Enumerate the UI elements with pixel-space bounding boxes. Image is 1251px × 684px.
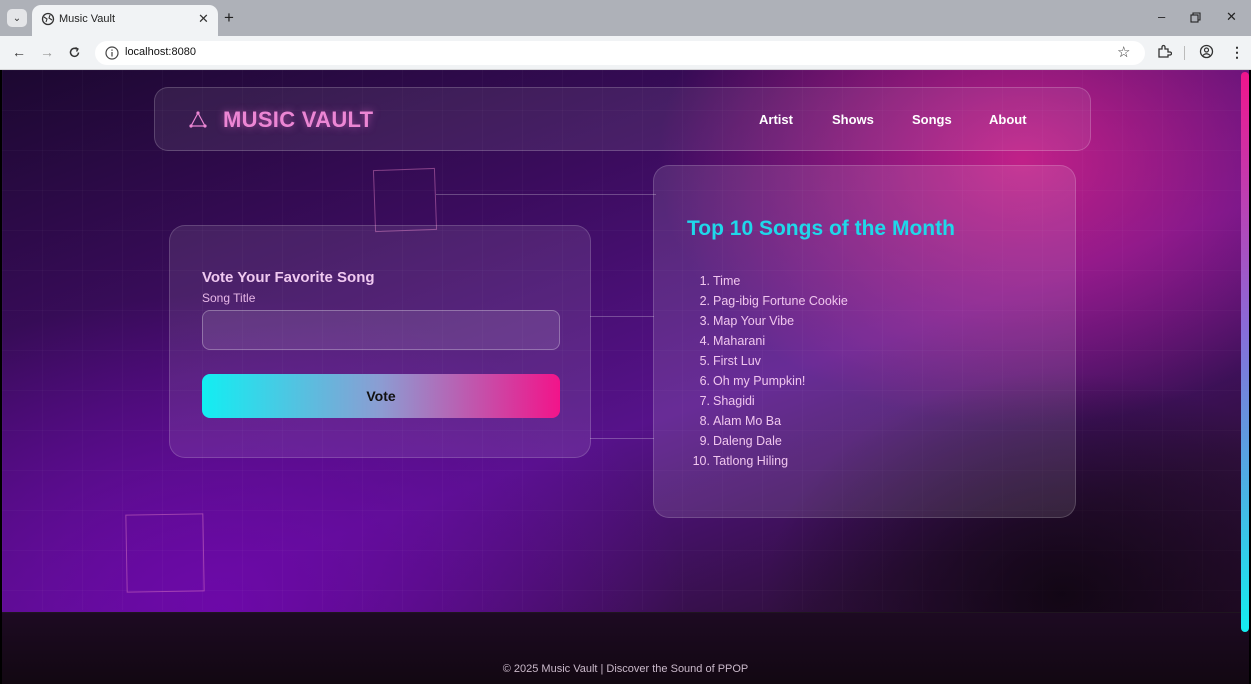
song-rank: 4. (699, 334, 710, 348)
site-navbar: MUSIC VAULT Artist Shows Songs About (154, 87, 1091, 151)
song-title: Map Your Vibe (713, 314, 795, 328)
song-rank: 8. (699, 414, 710, 428)
tab-title: Music Vault (59, 13, 116, 25)
top-songs-title: Top 10 Songs of the Month (687, 217, 955, 240)
nav-link-songs[interactable]: Songs (912, 112, 952, 127)
vote-card-title: Vote Your Favorite Song (202, 269, 375, 286)
song-title: Time (713, 274, 741, 288)
restore-window-icon[interactable] (1190, 12, 1201, 23)
toolbar-divider (1184, 46, 1185, 60)
decorative-line (436, 194, 656, 195)
forward-arrow-icon[interactable]: → (40, 44, 54, 60)
decorative-line (590, 316, 654, 317)
nav-link-artist[interactable]: Artist (759, 112, 793, 127)
vote-button[interactable]: Vote (202, 374, 560, 418)
music-vault-logo-icon (189, 111, 207, 128)
site-info-icon[interactable] (104, 45, 120, 61)
song-title-label: Song Title (202, 291, 256, 305)
decorative-square (125, 513, 205, 593)
song-rank: 10. (692, 454, 710, 468)
tab-close-icon[interactable]: ✕ (198, 11, 209, 27)
nav-link-about[interactable]: About (989, 112, 1027, 127)
site-logo-text[interactable]: MUSIC VAULT (223, 107, 373, 133)
list-item: 2. Pag-ibig Fortune Cookie (688, 293, 848, 313)
globe-icon (41, 12, 55, 26)
bookmark-star-icon[interactable]: ☆ (1117, 43, 1130, 61)
song-rank: 5. (699, 354, 710, 368)
nav-link-shows[interactable]: Shows (832, 112, 874, 127)
song-title: Tatlong Hiling (713, 454, 789, 468)
song-title: Maharani (713, 334, 766, 348)
song-rank: 7. (699, 394, 710, 408)
browser-menu-kebab-icon[interactable]: ⋮ (1230, 44, 1244, 61)
list-item: 4. Maharani (688, 333, 848, 353)
list-item: 1. Time (688, 273, 848, 293)
page-scrollbar[interactable] (1241, 72, 1249, 632)
vote-card: Vote Your Favorite Song Song Title Vote (169, 225, 591, 458)
url-text: localhost:8080 (125, 46, 196, 58)
top-songs-list: 1. Time 2. Pag-ibig Fortune Cookie 3. Map Y… (688, 273, 848, 473)
browser-tab-strip: ⌄ Music Vault ✕ + – ✕ (0, 0, 1251, 36)
profile-avatar-icon[interactable] (1199, 44, 1214, 59)
browser-toolbar: ← → localhost:8080 ☆ ⋮ (0, 36, 1251, 70)
footer-copyright: © 2025 Music Vault | Discover the Sound … (502, 663, 749, 675)
song-title: First Luv (713, 354, 761, 368)
list-item: 3. Map Your Vibe (688, 313, 848, 333)
song-rank: 3. (699, 314, 710, 328)
song-rank: 1. (699, 274, 710, 288)
decorative-square (372, 167, 438, 233)
list-item: 7. Shagidi (688, 393, 848, 413)
tab-search-chevron-icon[interactable]: ⌄ (7, 9, 27, 27)
close-window-icon[interactable]: ✕ (1226, 9, 1237, 25)
extensions-puzzle-icon[interactable] (1157, 44, 1172, 59)
back-arrow-icon[interactable]: ← (12, 44, 26, 60)
decorative-line (590, 438, 654, 439)
top-songs-card: Top 10 Songs of the Month 1. Time 2. Pag-i… (653, 165, 1076, 518)
song-title-input[interactable] (202, 310, 560, 350)
reload-icon[interactable] (68, 46, 81, 59)
song-title: Shagidi (713, 394, 755, 408)
song-title: Oh my Pumpkin! (713, 374, 806, 388)
page-content: MUSIC VAULT Artist Shows Songs About Vot… (2, 70, 1249, 684)
song-rank: 2. (699, 294, 710, 308)
song-title: Daleng Dale (713, 434, 782, 448)
minimize-icon[interactable]: – (1158, 9, 1165, 24)
list-item: 8. Alam Mo Ba (688, 413, 848, 433)
browser-tab[interactable]: Music Vault ✕ (32, 5, 218, 36)
list-item: 10. Tatlong Hiling (688, 453, 848, 473)
song-title: Pag-ibig Fortune Cookie (713, 294, 848, 308)
new-tab-plus-icon[interactable]: + (224, 8, 234, 28)
address-bar[interactable]: localhost:8080 ☆ (95, 41, 1145, 65)
list-item: 9. Daleng Dale (688, 433, 848, 453)
song-rank: 6. (699, 374, 710, 388)
song-rank: 9. (699, 434, 710, 448)
site-footer: © 2025 Music Vault | Discover the Sound … (2, 612, 1249, 684)
list-item: 6. Oh my Pumpkin! (688, 373, 848, 393)
list-item: 5. First Luv (688, 353, 848, 373)
song-title: Alam Mo Ba (713, 414, 782, 428)
